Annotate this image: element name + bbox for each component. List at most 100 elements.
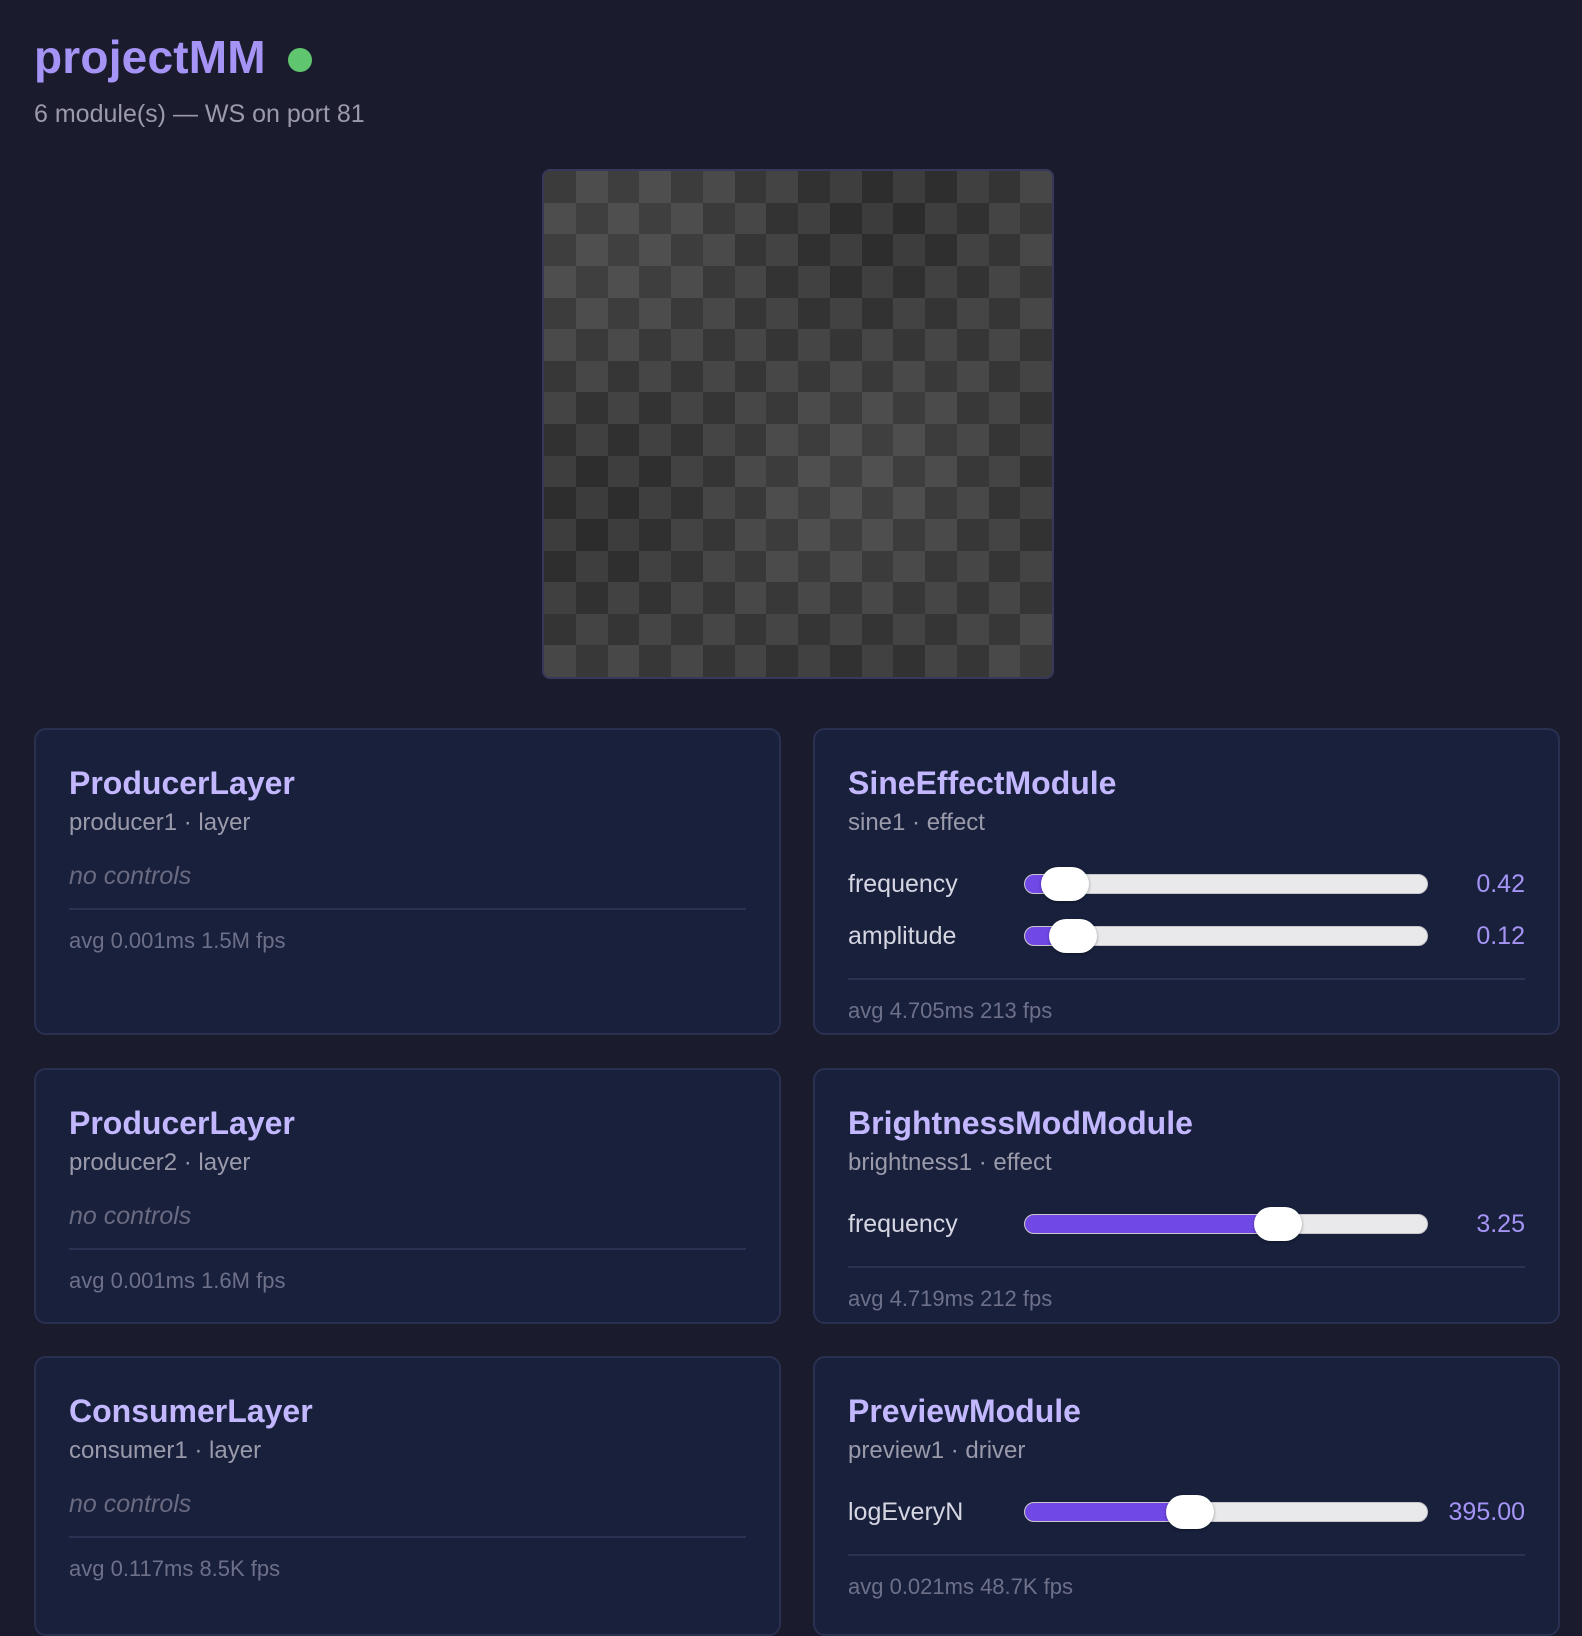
slider-thumb[interactable]	[1041, 867, 1090, 901]
preview-pixel	[988, 518, 1021, 551]
preview-pixel	[893, 297, 925, 330]
preview-pixel	[607, 487, 640, 519]
preview-pixel	[861, 360, 894, 393]
preview-pixel	[988, 202, 1021, 235]
preview-pixel	[639, 645, 671, 677]
preview-pixel	[671, 455, 703, 488]
preview-pixel	[544, 613, 576, 646]
preview-pixel	[734, 613, 767, 646]
preview-pixel	[607, 424, 640, 456]
slider-fill	[1025, 1215, 1279, 1233]
led-preview-canvas	[542, 169, 1054, 679]
preview-pixel	[956, 234, 989, 266]
preview-pixel	[766, 550, 798, 583]
preview-pixel	[639, 202, 671, 235]
module-stats: avg 4.705ms 213 fps	[848, 998, 1053, 1023]
preview-pixel	[861, 297, 894, 330]
preview-pixel	[575, 297, 608, 330]
preview-pixel	[575, 613, 608, 646]
connection-status-icon	[287, 48, 312, 72]
logeveryn-slider[interactable]	[1024, 1495, 1428, 1529]
preview-pixel	[861, 234, 894, 266]
control-row-frequency: frequency 0.42	[848, 858, 1525, 910]
slider-thumb[interactable]	[1165, 1495, 1214, 1529]
preview-pixel	[1020, 582, 1052, 614]
preview-pixel	[1020, 360, 1052, 393]
preview-pixel	[639, 518, 671, 551]
amplitude-slider[interactable]	[1024, 919, 1428, 953]
preview-pixel	[734, 582, 767, 614]
preview-pixel	[607, 645, 640, 677]
module-card-producer2: ProducerLayer producer2 · layer no contr…	[34, 1068, 781, 1324]
preview-pixel	[607, 234, 640, 266]
preview-pixel	[893, 518, 925, 551]
preview-pixel	[829, 297, 862, 330]
preview-pixel	[607, 171, 640, 203]
preview-pixel	[925, 392, 957, 424]
preview-pixel	[956, 613, 989, 646]
preview-pixel	[1020, 392, 1052, 424]
preview-pixel	[988, 234, 1021, 266]
preview-pixel	[925, 455, 957, 488]
preview-pixel	[671, 487, 703, 519]
control-row-frequency: frequency 3.25	[848, 1198, 1525, 1250]
preview-pixel	[702, 518, 735, 551]
preview-pixel	[1020, 329, 1052, 361]
module-meta: producer2 · layer	[69, 1149, 251, 1176]
module-stats: avg 0.001ms 1.6M fps	[69, 1268, 286, 1293]
preview-pixel	[607, 265, 640, 298]
preview-pixel	[575, 487, 608, 519]
control-value: 0.12	[1476, 921, 1525, 950]
preview-pixel	[734, 392, 767, 424]
preview-pixel	[925, 645, 957, 677]
preview-pixel	[766, 392, 798, 424]
preview-pixel	[861, 487, 894, 519]
preview-pixel	[544, 392, 576, 424]
preview-pixel	[607, 360, 640, 393]
preview-pixel	[766, 360, 798, 393]
preview-pixel	[956, 487, 989, 519]
preview-pixel	[734, 424, 767, 456]
preview-pixel	[1020, 613, 1052, 646]
preview-pixel	[734, 550, 767, 583]
app-title: projectMM	[34, 31, 266, 83]
module-title: BrightnessModModule	[848, 1105, 1193, 1141]
preview-pixel	[1020, 550, 1052, 583]
preview-pixel	[544, 360, 576, 393]
preview-pixel	[575, 171, 608, 203]
preview-pixel	[671, 202, 703, 235]
preview-pixel	[607, 613, 640, 646]
preview-pixel	[798, 234, 830, 266]
slider-thumb[interactable]	[1254, 1207, 1303, 1241]
module-title: ProducerLayer	[69, 1105, 295, 1141]
preview-pixel	[766, 297, 798, 330]
preview-pixel	[1020, 424, 1052, 456]
preview-pixel	[829, 582, 862, 614]
module-title: ProducerLayer	[69, 765, 295, 801]
preview-pixel	[671, 550, 703, 583]
preview-pixel	[544, 329, 576, 361]
preview-pixel	[956, 265, 989, 298]
preview-pixel	[1020, 645, 1052, 677]
preview-pixel	[575, 582, 608, 614]
preview-pixel	[734, 487, 767, 519]
preview-pixel	[798, 202, 830, 235]
preview-pixel	[575, 518, 608, 551]
preview-pixel	[607, 297, 640, 330]
preview-pixel	[639, 329, 671, 361]
preview-pixel	[988, 265, 1021, 298]
frequency-slider[interactable]	[1024, 1207, 1428, 1241]
module-stats: avg 0.021ms 48.7K fps	[848, 1574, 1074, 1599]
preview-pixel	[798, 550, 830, 583]
control-label: logEveryN	[848, 1497, 964, 1526]
slider-thumb[interactable]	[1049, 919, 1098, 953]
preview-pixel	[925, 424, 957, 456]
preview-pixel	[702, 297, 735, 330]
preview-pixel	[671, 297, 703, 330]
preview-pixel	[575, 360, 608, 393]
frequency-slider[interactable]	[1024, 867, 1428, 901]
module-card-producer1: ProducerLayer producer1 · layer no contr…	[34, 728, 781, 1035]
preview-pixel	[829, 424, 862, 456]
preview-pixel	[671, 518, 703, 551]
preview-pixel	[893, 392, 925, 424]
